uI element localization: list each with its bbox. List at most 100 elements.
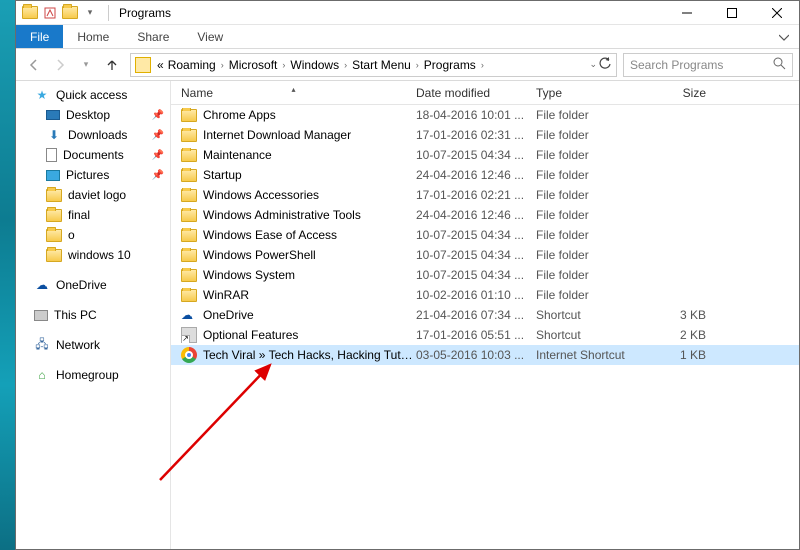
tab-share[interactable]: Share [123,25,183,48]
properties-icon[interactable] [42,5,58,21]
file-row[interactable]: Optional Features17-01-2016 05:51 ...Sho… [171,325,799,345]
file-date: 17-01-2016 02:21 ... [416,188,536,202]
sidebar-item-homegroup[interactable]: ⌂Homegroup [16,365,170,385]
file-name: Chrome Apps [203,108,276,122]
downloads-icon: ⬇ [46,127,62,143]
recent-locations-icon[interactable]: ▾ [74,53,98,77]
sidebar-item-recent[interactable]: windows 10 [16,245,170,265]
folder-icon [181,289,197,302]
file-type: File folder [536,288,646,302]
title-divider [108,5,109,21]
content-area: ★ Quick access Desktop 📌 ⬇Downloads📌 Docu… [16,81,799,549]
file-name: Windows System [203,268,295,282]
file-date: 10-07-2015 04:34 ... [416,268,536,282]
column-headers: ▴Name Date modified Type Size [171,81,799,105]
file-name: Windows Administrative Tools [203,208,361,222]
chevron-right-icon[interactable]: › [218,60,227,70]
file-row[interactable]: Chrome Apps18-04-2016 10:01 ...File fold… [171,105,799,125]
file-type: File folder [536,128,646,142]
sidebar-item-label: Desktop [66,108,110,122]
file-name: Windows Ease of Access [203,228,337,242]
sidebar-item-label: Quick access [56,88,127,102]
qat-dropdown-icon[interactable]: ▾ [82,5,98,21]
back-button[interactable] [22,53,46,77]
address-bar[interactable]: « Roaming› Microsoft› Windows› Start Men… [130,53,617,77]
column-header-name[interactable]: ▴Name [171,86,416,100]
chevron-right-icon[interactable]: › [413,60,422,70]
file-name: WinRAR [203,288,249,302]
up-button[interactable] [100,53,124,77]
file-type: File folder [536,228,646,242]
sidebar-item-downloads[interactable]: ⬇Downloads📌 [16,125,170,145]
sidebar-item-label: o [68,228,75,242]
file-row[interactable]: Windows Administrative Tools 24-04-2016 1… [171,205,799,225]
folder-icon [181,129,197,142]
crumb-roaming[interactable]: Roaming [166,58,218,72]
column-header-size[interactable]: Size [646,86,716,100]
sidebar-item-onedrive[interactable]: ☁OneDrive [16,275,170,295]
file-date: 17-01-2016 05:51 ... [416,328,536,342]
crumb-microsoft[interactable]: Microsoft [227,58,280,72]
chevron-right-icon[interactable]: › [341,60,350,70]
column-header-date[interactable]: Date modified [416,86,536,100]
pin-icon: 📌 [152,110,164,121]
file-row[interactable]: Windows System10-07-2015 04:34 ...File f… [171,265,799,285]
ribbon-expand-icon[interactable] [769,25,799,48]
sidebar-item-recent[interactable]: final [16,205,170,225]
breadcrumb-overflow[interactable]: « [155,58,166,72]
explorer-icon [22,5,38,21]
file-row[interactable]: Startup24-04-2016 12:46 ...File folder [171,165,799,185]
sidebar-item-pictures[interactable]: Pictures📌 [16,165,170,185]
column-header-type[interactable]: Type [536,86,646,100]
file-name: OneDrive [203,308,254,322]
file-list-pane: ▴Name Date modified Type Size Chrome App… [171,81,799,549]
file-date: 10-02-2016 01:10 ... [416,288,536,302]
crumb-startmenu[interactable]: Start Menu [350,58,413,72]
sidebar-item-recent[interactable]: o [16,225,170,245]
file-row[interactable]: Maintenance10-07-2015 04:34 ...File fold… [171,145,799,165]
crumb-windows[interactable]: Windows [288,58,341,72]
chrome-icon [181,347,197,363]
crumb-programs[interactable]: Programs [422,58,478,72]
file-type: Shortcut [536,328,646,342]
file-name: Windows PowerShell [203,248,316,262]
file-row[interactable]: ☁OneDrive21-04-2016 07:34 ...Shortcut3 K… [171,305,799,325]
file-date: 24-04-2016 12:46 ... [416,208,536,222]
sidebar-item-desktop[interactable]: Desktop 📌 [16,105,170,125]
chevron-right-icon[interactable]: › [478,60,487,70]
sidebar-item-documents[interactable]: Documents📌 [16,145,170,165]
file-size: 1 KB [646,348,716,362]
file-row[interactable]: WinRAR 10-02-2016 01:10 ...File folder [171,285,799,305]
tab-file[interactable]: File [16,25,63,48]
file-row[interactable]: Windows PowerShell10-07-2015 04:34 ...Fi… [171,245,799,265]
file-name: Maintenance [203,148,272,162]
tab-view[interactable]: View [183,25,237,48]
folder-icon [46,227,62,243]
search-input[interactable]: Search Programs [623,53,793,77]
new-folder-icon[interactable] [62,5,78,21]
forward-button[interactable] [48,53,72,77]
chevron-right-icon[interactable]: › [279,60,288,70]
sidebar-item-label: Network [56,338,100,352]
file-row[interactable]: Windows Accessories17-01-2016 02:21 ...F… [171,185,799,205]
sidebar-quick-access[interactable]: ★ Quick access [16,85,170,105]
file-row[interactable]: Internet Download Manager17-01-2016 02:3… [171,125,799,145]
pictures-icon [46,170,60,181]
folder-icon [46,207,62,223]
search-placeholder: Search Programs [630,58,773,72]
file-row[interactable]: Windows Ease of Access10-07-2015 04:34 .… [171,225,799,245]
file-type: Internet Shortcut [536,348,646,362]
tab-home[interactable]: Home [63,25,123,48]
maximize-button[interactable] [709,1,754,25]
onedrive-icon: ☁ [181,308,197,322]
address-dropdown-icon[interactable]: ⌄ [589,59,597,70]
sidebar-item-thispc[interactable]: This PC [16,305,170,325]
refresh-icon[interactable] [599,57,612,73]
close-button[interactable] [754,1,799,25]
file-list[interactable]: Chrome Apps18-04-2016 10:01 ...File fold… [171,105,799,549]
file-row[interactable]: Tech Viral » Tech Hacks, Hacking Tutoria… [171,345,799,365]
sidebar-item-network[interactable]: 🖧Network [16,335,170,355]
sidebar-item-recent[interactable]: daviet logo [16,185,170,205]
minimize-button[interactable] [664,1,709,25]
file-type: File folder [536,188,646,202]
